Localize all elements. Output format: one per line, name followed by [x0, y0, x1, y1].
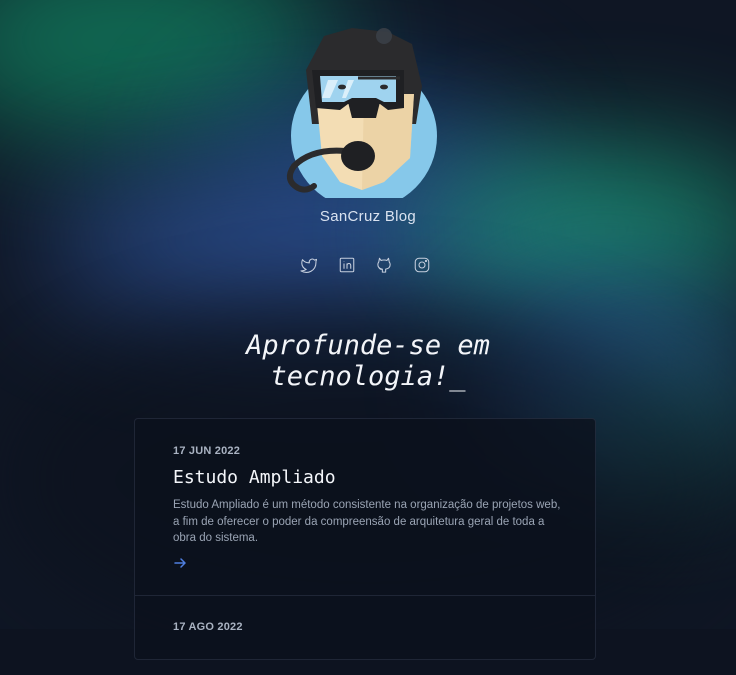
- site-title[interactable]: SanCruz Blog: [0, 208, 736, 225]
- typing-cursor: _: [449, 361, 466, 392]
- avatar[interactable]: [284, 28, 444, 209]
- post-card[interactable]: 17 JUN 2022 Estudo Ampliado Estudo Ampli…: [135, 419, 595, 596]
- twitter-icon[interactable]: [300, 256, 318, 274]
- post-list: 17 JUN 2022 Estudo Ampliado Estudo Ampli…: [134, 418, 596, 660]
- arrow-right-icon[interactable]: [173, 556, 187, 570]
- github-icon[interactable]: [375, 256, 393, 274]
- blog-home: SanCruz Blog Aprofunde-se em tecnologia!…: [0, 0, 736, 660]
- post-date: 17 AGO 2022: [173, 621, 243, 633]
- hero-line-1: Aprofunde-se em: [246, 330, 490, 361]
- post-date: 17 JUN 2022: [173, 445, 241, 457]
- hero-line-2: tecnologia!_: [270, 361, 466, 392]
- post-excerpt: Estudo Ampliado é um método consistente …: [173, 499, 561, 544]
- post-title[interactable]: Estudo Ampliado: [173, 467, 336, 488]
- post-card[interactable]: 17 AGO 2022: [135, 595, 595, 675]
- linkedin-icon[interactable]: [338, 256, 356, 274]
- diver-avatar-icon: [286, 28, 437, 209]
- instagram-icon[interactable]: [413, 256, 431, 274]
- hero-heading: Aprofunde-se em tecnologia!_: [0, 330, 736, 392]
- social-links: [298, 256, 438, 276]
